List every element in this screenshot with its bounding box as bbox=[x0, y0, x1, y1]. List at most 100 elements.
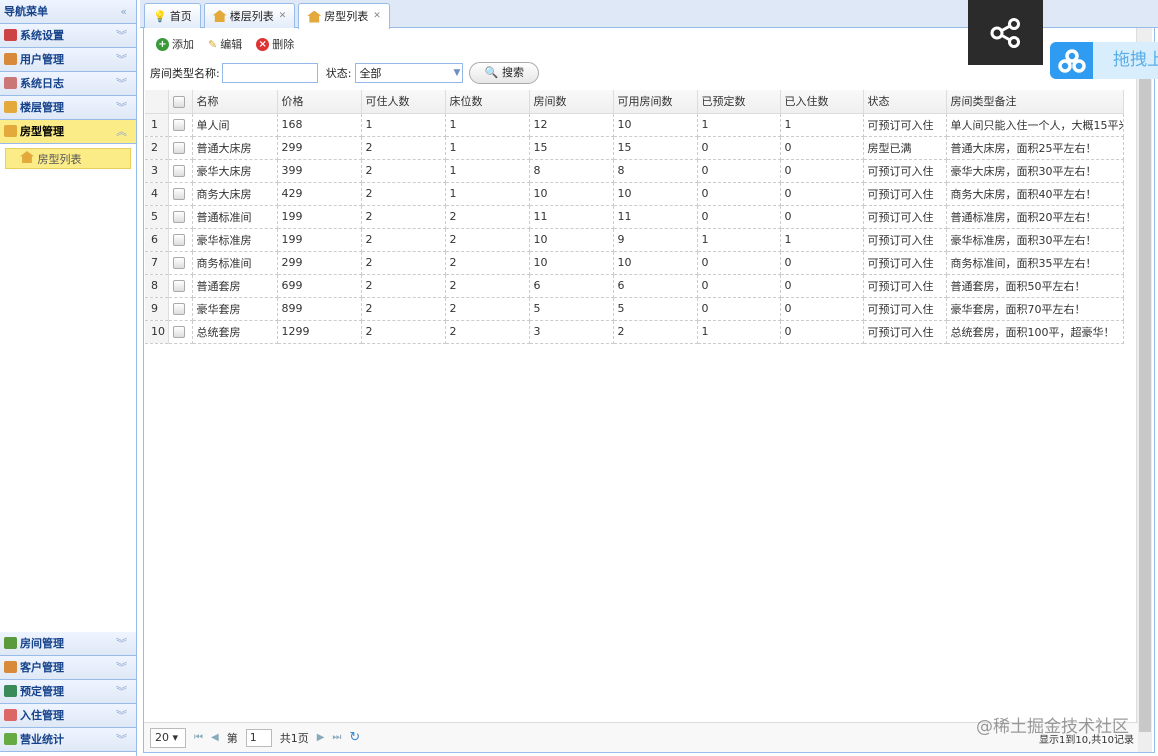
sidebar-item[interactable]: 入住管理 ︾ bbox=[0, 704, 136, 728]
table-cell: 0 bbox=[697, 159, 781, 183]
row-checkbox[interactable] bbox=[172, 280, 185, 292]
column-header[interactable]: 可用房间数 bbox=[613, 90, 698, 114]
table-cell: 2 bbox=[361, 297, 446, 321]
column-header[interactable]: 床位数 bbox=[445, 90, 530, 114]
sidebar-item[interactable]: 系统设置 ︾ bbox=[0, 24, 136, 48]
close-icon[interactable]: ✕ bbox=[373, 5, 381, 28]
room-type-name-input[interactable] bbox=[221, 63, 318, 83]
table-row[interactable]: 7 商务标准间 299 2 2 10 10 0 0 可预订可入住 商务标准间，面积35平左右！ bbox=[145, 251, 1124, 275]
table-row[interactable]: 5 普通标准间 199 2 2 11 11 0 0 可预订可入住 普通标准房，面积20平左右！ bbox=[145, 205, 1124, 229]
scrollbar-thumb[interactable] bbox=[1139, 42, 1151, 732]
page-size-select[interactable]: 20 ▾ bbox=[150, 727, 186, 748]
delete-button[interactable]: × 删除 bbox=[256, 36, 294, 52]
tab-home[interactable]: 💡 首页 bbox=[144, 3, 201, 28]
row-checkbox[interactable] bbox=[172, 257, 185, 269]
search-button[interactable]: 🔍 搜索 bbox=[469, 62, 540, 84]
table-cell: 0 bbox=[780, 136, 864, 160]
select-all-checkbox[interactable] bbox=[172, 95, 185, 108]
last-page-icon[interactable]: ⏭ bbox=[332, 732, 341, 743]
table-row[interactable]: 9 豪华套房 899 2 2 5 5 0 0 可预订可入住 豪华套房，面积70平左右！ bbox=[145, 297, 1124, 321]
table-cell: 0 bbox=[780, 297, 864, 321]
tab-label: 楼层列表 bbox=[229, 9, 274, 23]
sidebar-item[interactable]: 系统日志 ︾ bbox=[0, 72, 136, 96]
table-cell: 10 bbox=[529, 251, 614, 275]
menu-icon bbox=[4, 77, 17, 89]
row-checkbox[interactable] bbox=[172, 165, 185, 177]
first-page-icon[interactable]: ⏮ bbox=[194, 732, 203, 743]
row-checkbox[interactable] bbox=[172, 234, 185, 246]
table-cell: 2 bbox=[361, 320, 446, 344]
table-cell: 299 bbox=[277, 136, 362, 160]
column-header[interactable]: 房间类型备注 bbox=[946, 90, 1124, 114]
sidebar-subitem-room-type-list[interactable]: 房型列表 bbox=[5, 148, 131, 169]
next-page-icon[interactable]: ▶ bbox=[317, 732, 325, 743]
row-checkbox-cell bbox=[168, 320, 193, 344]
edit-button[interactable]: ✎ 编辑 bbox=[208, 36, 242, 52]
table-cell: 普通标准房，面积20平左右！ bbox=[946, 205, 1124, 229]
chevron-down-icon: ▼ bbox=[453, 68, 461, 78]
column-header[interactable]: 状态 bbox=[863, 90, 947, 114]
table-row[interactable]: 10 总统套房 1299 2 2 3 2 1 0 可预订可入住 总统套房，面积100平，超豪华！ bbox=[145, 320, 1124, 344]
table-row[interactable]: 3 豪华大床房 399 2 1 8 8 0 0 可预订可入住 豪华大床房，面积30平左右！ bbox=[145, 159, 1124, 183]
table-cell: 豪华大床房，面积30平左右！ bbox=[946, 159, 1124, 183]
row-checkbox[interactable] bbox=[172, 142, 185, 154]
sidebar-item[interactable]: 用户管理 ︾ bbox=[0, 48, 136, 72]
column-header[interactable]: 价格 bbox=[277, 90, 362, 114]
column-header[interactable]: 已入住数 bbox=[780, 90, 864, 114]
vertical-scrollbar[interactable] bbox=[1136, 28, 1152, 752]
menu-icon bbox=[4, 685, 17, 697]
row-checkbox[interactable] bbox=[172, 188, 185, 200]
row-checkbox-cell bbox=[168, 251, 193, 275]
table-cell: 1 bbox=[445, 113, 530, 137]
column-header[interactable]: 房间数 bbox=[529, 90, 614, 114]
row-number: 4 bbox=[145, 182, 169, 206]
row-checkbox-cell bbox=[168, 136, 193, 160]
sidebar-title: 导航菜单 bbox=[4, 5, 48, 18]
table-row[interactable]: 8 普通套房 699 2 2 6 6 0 0 可预订可入住 普通套房，面积50平左右！ bbox=[145, 274, 1124, 298]
sidebar-item[interactable]: 营业统计 ︾ bbox=[0, 728, 136, 752]
chevron-down-icon: ︾ bbox=[116, 709, 127, 722]
close-icon[interactable]: ✕ bbox=[279, 5, 287, 28]
table-cell: 10 bbox=[529, 228, 614, 252]
table-cell: 8 bbox=[529, 159, 614, 183]
chevron-down-icon: ︾ bbox=[116, 29, 127, 42]
sidebar-item[interactable]: 楼层管理 ︾ bbox=[0, 96, 136, 120]
menu-icon bbox=[4, 101, 17, 113]
table-row[interactable]: 2 普通大床房 299 2 1 15 15 0 0 房型已满 普通大床房，面积25平左右！ bbox=[145, 136, 1124, 160]
row-checkbox[interactable] bbox=[172, 119, 185, 131]
sidebar-item[interactable]: 房间管理 ︾ bbox=[0, 632, 136, 656]
prev-page-icon[interactable]: ◀ bbox=[211, 732, 219, 743]
grid-header: 名称 价格 可住人数 床位数 房间数 可用房间数 已预定数 已入住数 状态 房间类型备注 bbox=[145, 90, 1124, 114]
sidebar-item[interactable]: 客户管理 ︾ bbox=[0, 656, 136, 680]
collapse-icon[interactable]: « bbox=[120, 0, 127, 24]
table-cell: 2 bbox=[361, 159, 446, 183]
table-row[interactable]: 6 豪华标准房 199 2 2 10 9 1 1 可预订可入住 豪华标准房，面积30平左右！ bbox=[145, 228, 1124, 252]
tab-floor-list[interactable]: 楼层列表 ✕ bbox=[203, 3, 296, 28]
page-number-input[interactable]: 1 bbox=[245, 728, 272, 747]
row-number: 1 bbox=[145, 113, 169, 137]
tab-room-type-list[interactable]: 房型列表 ✕ bbox=[298, 3, 390, 29]
row-checkbox[interactable] bbox=[172, 303, 185, 315]
sidebar-item[interactable]: 房型管理 ︽ bbox=[0, 120, 136, 144]
table-cell: 5 bbox=[613, 297, 698, 321]
table-row[interactable]: 4 商务大床房 429 2 1 10 10 0 0 可预订可入住 商务大床房，面积40平左右！ bbox=[145, 182, 1124, 206]
table-cell: 单人间 bbox=[192, 113, 278, 137]
column-header[interactable]: 名称 bbox=[192, 90, 278, 114]
sidebar-item[interactable]: 预定管理 ︾ bbox=[0, 680, 136, 704]
table-cell: 2 bbox=[361, 136, 446, 160]
row-checkbox[interactable] bbox=[172, 211, 185, 223]
page-total: 共1页 bbox=[279, 731, 309, 745]
row-number: 3 bbox=[145, 159, 169, 183]
column-header[interactable]: 已预定数 bbox=[697, 90, 781, 114]
column-header[interactable]: 可住人数 bbox=[361, 90, 446, 114]
status-select[interactable]: 全部 ▼ bbox=[355, 63, 464, 83]
share-button[interactable] bbox=[968, 0, 1043, 65]
drag-upload-widget[interactable]: 拖拽上传 bbox=[1050, 42, 1158, 79]
row-checkbox[interactable] bbox=[172, 326, 185, 338]
table-row[interactable]: 1 单人间 168 1 1 12 10 1 1 可预订可入住 单人间只能入住一个人，大概15平米 bbox=[145, 113, 1124, 137]
add-button[interactable]: + 添加 bbox=[156, 36, 194, 52]
refresh-icon[interactable]: ↻ bbox=[349, 730, 360, 745]
table-cell: 0 bbox=[697, 251, 781, 275]
menu-icon bbox=[4, 29, 17, 41]
table-cell: 豪华套房 bbox=[192, 297, 278, 321]
